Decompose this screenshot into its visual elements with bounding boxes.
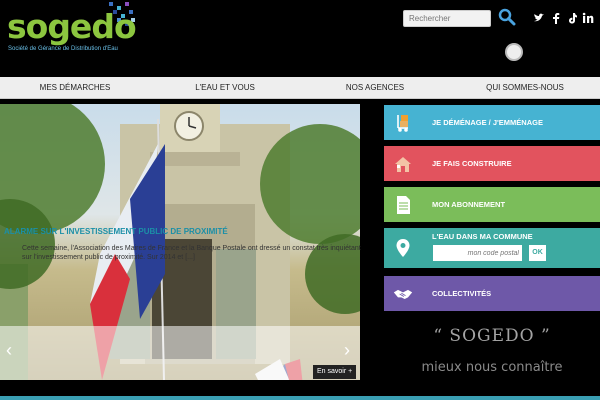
tile-abonnement[interactable]: Mon abonnement xyxy=(384,187,600,222)
nav-item-qui-sommes-nous[interactable]: Qui sommes-nous xyxy=(450,77,600,99)
logo-subtitle: Société de Gérance de Distribution d'Eau xyxy=(8,46,118,52)
slide-caption-panel xyxy=(0,326,360,380)
document-icon xyxy=(397,196,410,214)
tile-demenagement[interactable]: Je déménage / J'emménage xyxy=(384,105,600,140)
slide-excerpt: Cette semaine, l'Association des Maires … xyxy=(22,245,361,261)
about-subtitle[interactable]: mieux nous connaître xyxy=(384,360,600,375)
tile-label: Je fais construire xyxy=(432,159,512,168)
postcode-ok-button[interactable]: OK xyxy=(529,245,546,261)
footer-strip xyxy=(0,396,600,400)
house-icon xyxy=(395,157,411,172)
linkedin-icon[interactable] xyxy=(581,11,595,25)
tile-label: L'eau dans ma commune xyxy=(432,232,533,241)
main-nav: Mes démarches L'eau et vous Nos agences … xyxy=(0,77,600,99)
header: sogedo Société de Gérance de Distributio… xyxy=(0,0,600,76)
nav-item-mes-demarches[interactable]: Mes démarches xyxy=(0,77,150,99)
tile-collectivites[interactable]: Collectivités xyxy=(384,276,600,311)
logo-wordmark: sogedo xyxy=(7,7,137,46)
nav-item-nos-agences[interactable]: Nos agences xyxy=(300,77,450,99)
nav-item-eau-et-vous[interactable]: L'eau et vous xyxy=(150,77,300,99)
account-icon[interactable] xyxy=(505,43,523,61)
about-title[interactable]: “ SOGEDO ” xyxy=(384,326,600,346)
slide-title[interactable]: Alarme sur l'investissement public de pr… xyxy=(4,227,228,236)
search-icon[interactable] xyxy=(498,8,516,26)
tile-label: Mon abonnement xyxy=(432,200,506,209)
tile-label: Je déménage / J'emménage xyxy=(432,118,543,127)
news-slider[interactable]: ‹ › xyxy=(0,104,360,380)
tile-construire[interactable]: Je fais construire xyxy=(384,146,600,181)
tiktok-icon[interactable] xyxy=(565,11,579,25)
map-pin-icon xyxy=(396,239,410,257)
facebook-icon[interactable] xyxy=(549,11,563,25)
read-more-button[interactable]: En savoir + xyxy=(313,365,357,379)
moving-trolley-icon xyxy=(397,115,408,132)
tile-label: Collectivités xyxy=(432,289,492,298)
sogedo-logo[interactable]: sogedo Société de Gérance de Distributio… xyxy=(7,2,137,58)
postcode-input[interactable] xyxy=(433,245,522,261)
handshake-icon xyxy=(393,289,413,299)
search-input[interactable] xyxy=(403,10,491,27)
twitter-icon[interactable] xyxy=(532,11,546,25)
